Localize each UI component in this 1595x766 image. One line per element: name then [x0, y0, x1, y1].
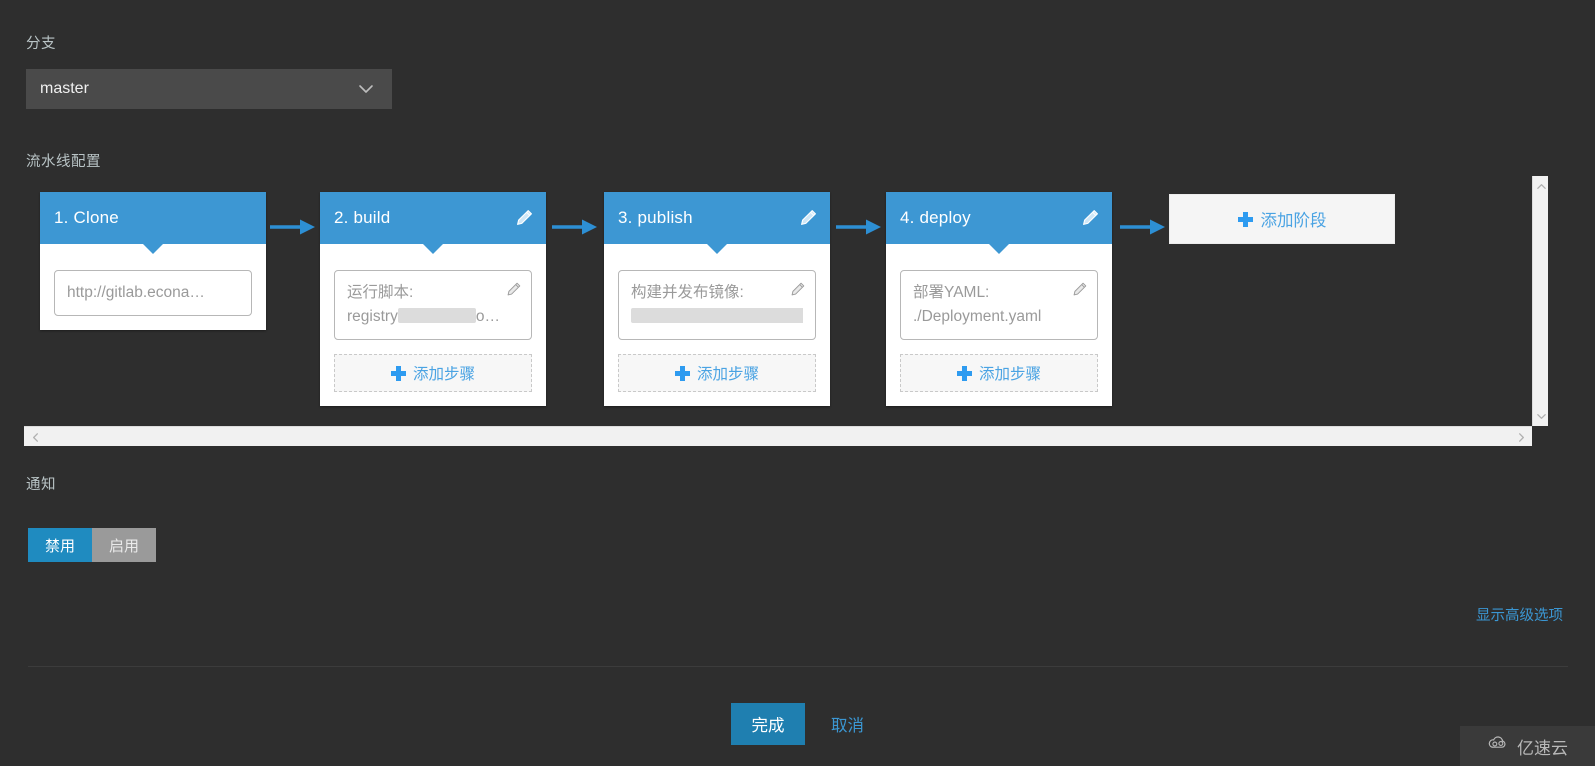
watermark-text: 亿速云: [1517, 738, 1568, 758]
notification-toggle-option[interactable]: 启用: [92, 528, 157, 562]
step-edit-pencil-icon[interactable]: [505, 281, 522, 298]
step-secondary-text: registry o…: [347, 305, 519, 329]
step-secondary-suffix: o…: [475, 308, 500, 326]
stage-connector-arrow-icon: [552, 218, 598, 236]
stage-body: 部署YAML: ./Deployment.yaml 添加步骤: [886, 243, 1112, 406]
branch-label: 分支: [26, 36, 56, 52]
stage-header: 3. publish: [604, 192, 830, 244]
pipeline-step-card[interactable]: 构建并发布镜像:: [618, 270, 816, 341]
stage-header: 4. deploy: [886, 192, 1112, 244]
branch-select[interactable]: master: [26, 69, 392, 109]
stage-edit-pencil-icon[interactable]: [798, 208, 818, 228]
pipeline-canvas: 1. Clone http://gitlab.econa… 2. build 运行脚本…: [24, 176, 1532, 426]
step-primary-text: 运行脚本:: [347, 284, 414, 301]
step-edit-pencil-icon[interactable]: [789, 281, 806, 298]
stage-body: http://gitlab.econa…: [40, 243, 266, 330]
stage-title: 2. build: [334, 208, 391, 227]
pipeline-stage: 2. build 运行脚本: registry o… 添加步骤: [320, 192, 546, 407]
scroll-right-arrow[interactable]: [1512, 427, 1530, 447]
stage-connector-arrow-icon: [270, 218, 316, 236]
plus-icon: [1237, 211, 1253, 227]
add-step-label: 添加步骤: [696, 366, 759, 384]
stage-caret-indicator: [988, 243, 1010, 254]
stage-header: 2. build: [320, 192, 546, 244]
pipeline-step-card[interactable]: http://gitlab.econa…: [54, 270, 252, 317]
stage-title: 1. Clone: [54, 208, 119, 227]
pipeline-area: 1. Clone http://gitlab.econa… 2. build 运行脚本…: [24, 176, 1548, 446]
stage-header: 1. Clone: [40, 192, 266, 244]
scroll-down-arrow[interactable]: [1533, 408, 1549, 424]
pipeline-config-label: 流水线配置: [26, 154, 101, 170]
step-edit-pencil-icon[interactable]: [1071, 281, 1088, 298]
plus-icon: [390, 365, 406, 381]
finish-button[interactable]: 完成: [731, 703, 805, 745]
scroll-up-arrow[interactable]: [1533, 178, 1549, 194]
step-secondary-prefix: registry: [347, 308, 398, 326]
notification-toggle-group: 禁用 启用: [28, 528, 157, 562]
add-step-label: 添加步骤: [978, 366, 1041, 384]
add-stage-button[interactable]: 添加阶段: [1169, 194, 1395, 244]
add-step-button[interactable]: 添加步骤: [334, 354, 532, 393]
stage-caret-indicator: [422, 243, 444, 254]
step-primary-text: http://gitlab.econa…: [67, 284, 205, 301]
plus-icon: [674, 365, 690, 381]
stage-connector-arrow-icon: [836, 218, 882, 236]
redacted-text-block: [397, 308, 476, 324]
pipeline-horizontal-scrollbar[interactable]: [24, 426, 1532, 446]
cancel-link[interactable]: 取消: [831, 712, 864, 736]
stage-caret-indicator: [706, 243, 728, 254]
branch-value: master: [40, 80, 89, 97]
stage-edit-pencil-icon[interactable]: [514, 208, 534, 228]
pipeline-stage: 3. publish 构建并发布镜像: 添加步骤: [604, 192, 830, 407]
pipeline-stage: 4. deploy 部署YAML: ./Deployment.yaml 添加步骤: [886, 192, 1112, 407]
footer-divider: [28, 666, 1568, 667]
stage-edit-pencil-icon[interactable]: [1080, 208, 1100, 228]
step-secondary-text: ./Deployment.yaml: [913, 308, 1042, 326]
cloud-icon: [1487, 736, 1511, 756]
stage-caret-indicator: [142, 243, 164, 254]
add-step-button[interactable]: 添加步骤: [618, 354, 816, 393]
show-advanced-options-link[interactable]: 显示高级选项: [1476, 604, 1563, 625]
chevron-down-icon: [356, 79, 376, 99]
add-step-button[interactable]: 添加步骤: [900, 354, 1098, 393]
redacted-text-block: [631, 308, 803, 324]
stage-body: 构建并发布镜像: 添加步骤: [604, 243, 830, 406]
step-primary-text: 构建并发布镜像:: [631, 284, 744, 301]
pipeline-vertical-scrollbar[interactable]: [1532, 176, 1548, 426]
scroll-left-arrow[interactable]: [26, 427, 44, 447]
watermark: 亿速云: [1460, 726, 1595, 766]
stage-connector-arrow-icon: [1120, 218, 1166, 236]
add-stage-label: 添加阶段: [1260, 212, 1327, 230]
branch-section: 分支 master: [26, 32, 396, 109]
stage-title: 3. publish: [618, 208, 693, 227]
notification-toggle-option[interactable]: 禁用: [28, 528, 93, 562]
stage-title: 4. deploy: [900, 208, 971, 227]
pipeline-step-card[interactable]: 部署YAML: ./Deployment.yaml: [900, 270, 1098, 341]
stage-body: 运行脚本: registry o… 添加步骤: [320, 243, 546, 406]
notification-label: 通知: [26, 477, 56, 493]
step-primary-text: 部署YAML:: [913, 284, 990, 301]
add-step-label: 添加步骤: [412, 366, 475, 384]
pipeline-step-card[interactable]: 运行脚本: registry o…: [334, 270, 532, 341]
plus-icon: [956, 365, 972, 381]
step-secondary-text: [631, 305, 803, 329]
pipeline-stage: 1. Clone http://gitlab.econa…: [40, 192, 266, 331]
footer: 完成 取消: [0, 703, 1595, 745]
